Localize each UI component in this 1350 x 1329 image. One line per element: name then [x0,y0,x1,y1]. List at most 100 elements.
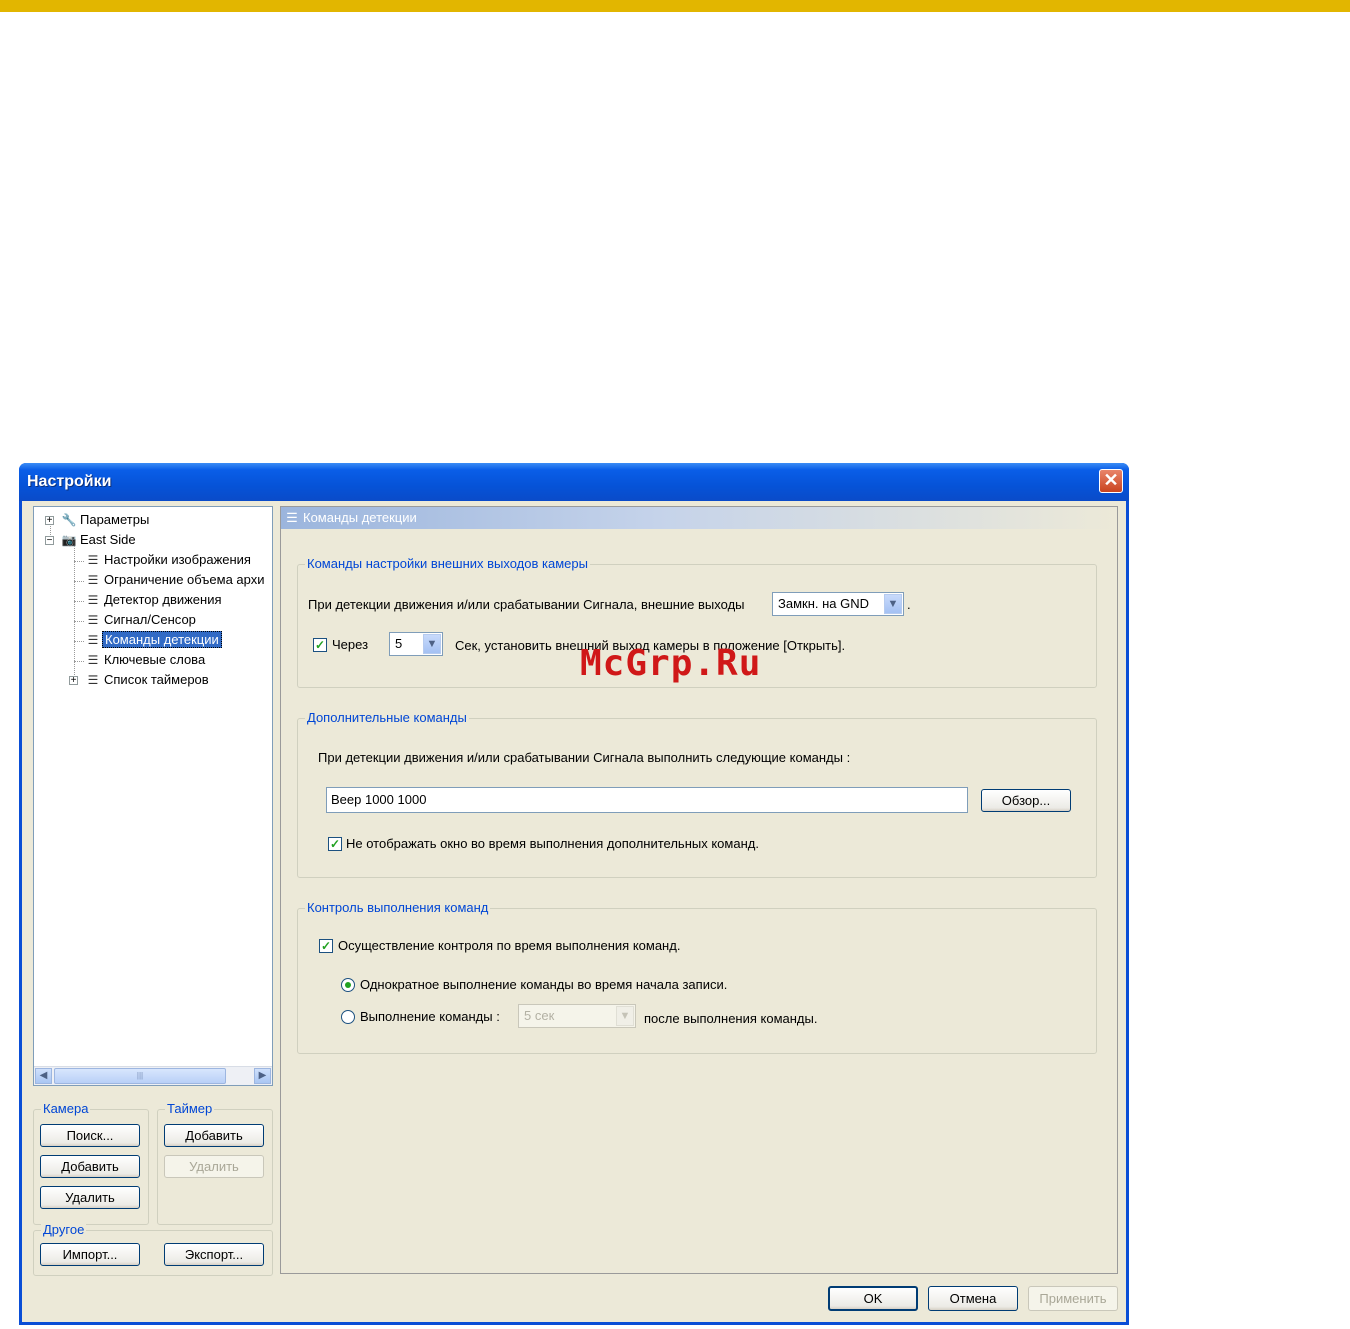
list-icon: ☰ [87,673,99,687]
list-icon: ☰ [286,510,298,525]
list-icon: ☰ [87,593,99,607]
radio-once[interactable] [341,978,355,992]
other-group-title: Другое [41,1222,87,1238]
camera-add-button[interactable]: Добавить [40,1155,140,1178]
wrench-icon: 🔧 [61,513,77,527]
panel-title: Команды детекции [303,510,417,525]
tree-item-label: East Side [80,532,136,547]
repeat-interval-value: 5 сек [524,1008,555,1023]
extra-commands-group-title: Дополнительные команды [305,710,469,726]
hide-window-label: Не отображать окно во время выполнения д… [346,836,759,851]
tree-item-label: Ограничение объема архи [104,572,265,587]
tree-expander[interactable]: + [45,516,54,526]
tree-line [74,581,84,582]
list-icon: ☰ [87,613,99,627]
command-control-group-title: Контроль выполнения команд [305,900,491,916]
camera-icon: 📷 [61,533,77,547]
browse-button[interactable]: Обзор... [981,789,1071,812]
camera-search-button[interactable]: Поиск... [40,1124,140,1147]
camera-group: Камера Поиск... Добавить Удалить [33,1101,149,1225]
tree-item-signal-sensor[interactable]: ☰ Сигнал/Сенсор [84,611,198,629]
timer-group-title: Таймер [165,1101,215,1117]
chevron-down-icon[interactable]: ▼ [884,594,902,614]
watermark-text: McGrp.Ru [580,643,762,684]
chevron-down-icon[interactable]: ▼ [423,634,441,654]
tree-item-label: Детектор движения [104,592,222,607]
extra-commands-group: Дополнительные команды При детекции движ… [297,710,1097,878]
delay-seconds-value: 5 [395,636,403,651]
control-label: Осуществление контроля по время выполнен… [338,938,681,953]
output-state-value: Замкн. на GND [778,596,870,611]
tree-item-label: Список таймеров [104,672,209,687]
outputs-description: При детекции движения и/или срабатывании… [308,597,745,612]
command-input[interactable]: Beep 1000 1000 [326,787,968,813]
top-accent-bar [0,0,1350,12]
tree-item-detection-commands[interactable]: ☰ Команды детекции [84,631,222,649]
tree-expander[interactable]: + [69,676,78,686]
export-button[interactable]: Экспорт... [164,1243,264,1266]
timer-add-button[interactable]: Добавить [164,1124,264,1147]
scroll-thumb[interactable]: ||| [54,1068,226,1084]
tree-horizontal-scrollbar[interactable]: ◀ ||| ▶ [34,1066,272,1085]
tree-item-label: Команды детекции [102,631,222,648]
window-title: Настройки [27,473,112,490]
ok-button[interactable]: OK [828,1286,918,1311]
tree-item-keywords[interactable]: ☰ Ключевые слова [84,651,207,669]
panel-header: ☰ Команды детекции [281,507,1117,529]
settings-tree[interactable]: + 🔧 Параметры − 📷 East Side ☰ Настройки изо… [33,506,273,1086]
outputs-period: . [907,597,911,612]
dialog-client: + 🔧 Параметры − 📷 East Side ☰ Настройки изо… [22,501,1126,1322]
timer-delete-button[interactable]: Удалить [164,1155,264,1178]
tree-item-label: Ключевые слова [104,652,206,667]
tree-line [74,601,84,602]
checkmark-icon: ✓ [314,638,326,652]
radio-once-label: Однократное выполнение команды во время … [360,977,728,992]
close-icon: ✕ [1103,470,1119,490]
scroll-right-button[interactable]: ▶ [254,1068,271,1084]
tree-item-label: Сигнал/Сенсор [104,612,196,627]
tree-item-motion-detector[interactable]: ☰ Детектор движения [84,591,224,609]
apply-button[interactable]: Применить [1028,1286,1118,1311]
tree-item-parameters[interactable]: 🔧 Параметры [60,511,151,529]
tree-line [74,641,84,642]
cancel-button[interactable]: Отмена [928,1286,1018,1311]
tree-item-image-settings[interactable]: ☰ Настройки изображения [84,551,253,569]
tree-line [74,561,84,562]
after-delay-checkbox[interactable]: ✓ [313,638,327,652]
tree-expander[interactable]: − [45,536,54,546]
tree-line [74,661,84,662]
tree-item-archive-limit[interactable]: ☰ Ограничение объема архи [84,571,267,589]
chevron-left-icon: ◀ [39,1070,48,1081]
title-bar[interactable]: Настройки ✕ [19,463,1129,501]
tree-line [74,541,75,681]
import-button[interactable]: Импорт... [40,1243,140,1266]
tree-item-timer-list[interactable]: ☰ Список таймеров [84,671,211,689]
tree-item-label: Настройки изображения [104,552,251,567]
chevron-right-icon: ▶ [258,1070,267,1081]
camera-group-title: Камера [41,1101,91,1117]
command-control-group: Контроль выполнения команд ✓ Осуществлен… [297,900,1097,1054]
chevron-down-icon[interactable]: ▼ [616,1006,634,1026]
control-checkbox[interactable]: ✓ [319,939,333,953]
tree-line [74,621,84,622]
list-icon: ☰ [87,573,99,587]
repeat-after-label: после выполнения команды. [644,1011,818,1026]
repeat-interval-select[interactable]: 5 сек ▼ [518,1004,636,1028]
camera-delete-button[interactable]: Удалить [40,1186,140,1209]
other-group: Другое Импорт... Экспорт... [33,1222,273,1276]
list-icon: ☰ [87,653,99,667]
radio-repeat[interactable] [341,1010,355,1024]
after-delay-label: Через [332,637,369,652]
close-button[interactable]: ✕ [1099,469,1123,493]
checkmark-icon: ✓ [320,939,332,953]
delay-seconds-select[interactable]: 5 ▼ [389,632,443,656]
list-icon: ☰ [87,553,99,567]
tree-item-east-side[interactable]: 📷 East Side [60,531,138,549]
scroll-left-button[interactable]: ◀ [35,1068,52,1084]
timer-group: Таймер Добавить Удалить [157,1101,273,1225]
extra-commands-description: При детекции движения и/или срабатывании… [318,750,851,765]
hide-window-checkbox[interactable]: ✓ [328,837,342,851]
radio-dot [345,982,351,988]
camera-outputs-group-title: Команды настройки внешних выходов камеры [305,556,590,572]
output-state-select[interactable]: Замкн. на GND ▼ [772,592,904,616]
